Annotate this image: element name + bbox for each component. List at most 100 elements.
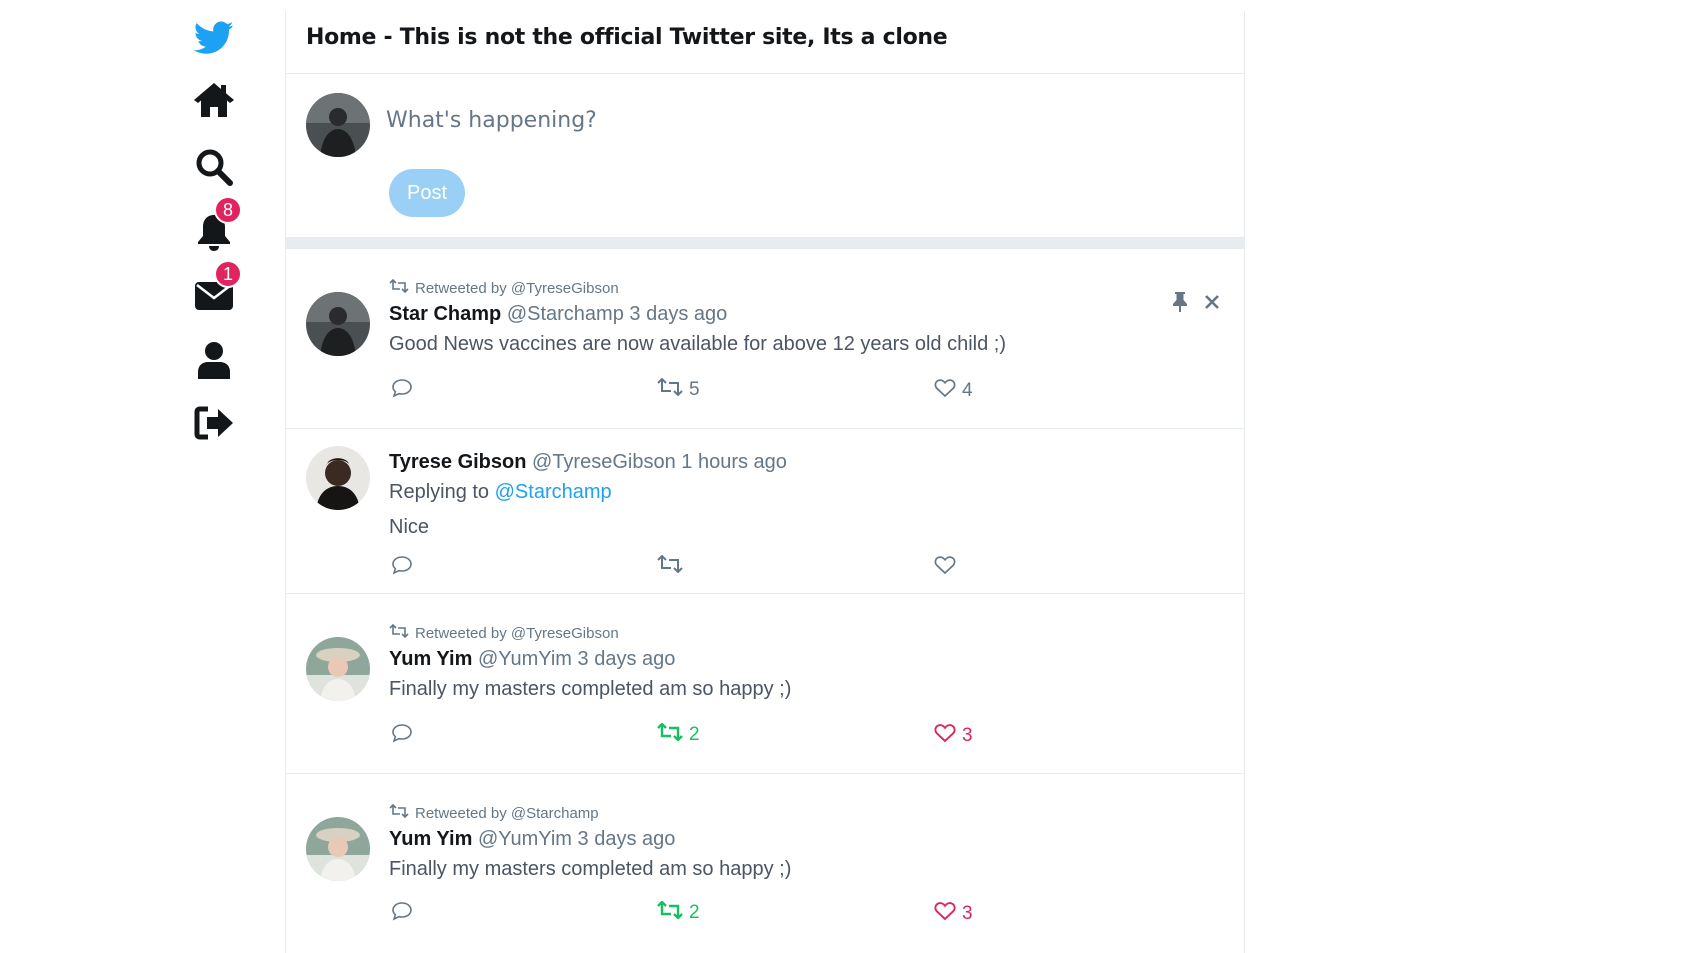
retweet-small-icon [389, 623, 409, 642]
tweet-text: Finally my masters completed am so happy… [389, 678, 792, 700]
retweeted-by-text: Retweeted by @TyreseGibson [415, 279, 619, 297]
handle[interactable]: @YumYim [478, 648, 572, 670]
tweet-item[interactable]: Retweeted by @Starchamp Yum Yim @YumYim … [286, 774, 1244, 953]
display-name[interactable]: Yum Yim [389, 648, 472, 670]
tweet-text: Finally my masters completed am so happy… [389, 858, 792, 880]
comment-icon [391, 555, 413, 581]
notifications-badge: 8 [214, 196, 242, 224]
tweet-actions: 2 3 [389, 900, 1109, 927]
post-button[interactable]: Post [389, 169, 465, 217]
retweeted-by-text: Retweeted by @Starchamp [415, 804, 599, 822]
display-name[interactable]: Star Champ [389, 303, 501, 325]
comment-button[interactable] [391, 723, 413, 749]
close-icon[interactable] [1204, 294, 1220, 310]
like-count: 3 [962, 903, 973, 924]
retweet-button[interactable] [657, 554, 689, 579]
timestamp: 3 days ago [629, 303, 728, 325]
nav-profile[interactable] [190, 336, 238, 384]
nav-home[interactable] [190, 76, 238, 124]
messages-badge: 1 [214, 260, 242, 288]
sidebar-nav: 8 1 [190, 0, 250, 953]
compose-input[interactable] [386, 100, 1206, 140]
retweet-icon [657, 377, 683, 402]
tweet-actions: 5 4 [389, 377, 1109, 404]
page-title: Home - This is not the official Twitter … [306, 25, 948, 50]
tweet-actions [389, 554, 1109, 581]
timestamp: 3 days ago [577, 648, 676, 670]
timestamp: 1 hours ago [681, 451, 787, 473]
avatar[interactable] [306, 817, 370, 881]
tweet-text: Nice [389, 516, 430, 538]
retweet-small-icon [389, 278, 409, 297]
heart-icon [934, 378, 956, 404]
tweet-item[interactable]: Retweeted by @TyreseGibson Yum Yim @YumY… [286, 594, 1244, 774]
heart-icon [934, 555, 956, 581]
handle[interactable]: @TyreseGibson [532, 451, 676, 473]
display-name[interactable]: Tyrese Gibson [389, 451, 526, 473]
twitter-bird-icon [194, 20, 234, 56]
replying-to-link[interactable]: @Starchamp [495, 481, 612, 503]
like-button[interactable]: 3 [934, 901, 973, 927]
retweet-count: 2 [689, 724, 700, 745]
like-count: 3 [962, 725, 973, 746]
avatar[interactable] [306, 637, 370, 701]
replying-to-label: Replying to [389, 481, 490, 503]
tweet-author-row: Yum Yim @YumYim 3 days ago [389, 648, 675, 671]
app-root: 8 1 Home - This is not the official Twit… [0, 0, 1694, 953]
retweet-button[interactable]: 2 [657, 900, 700, 925]
tweet-controls [1172, 291, 1220, 313]
retweet-context: Retweeted by @Starchamp [389, 803, 599, 822]
retweet-context: Retweeted by @TyreseGibson [389, 623, 619, 642]
user-icon [197, 341, 231, 379]
like-button[interactable]: 4 [934, 378, 973, 404]
display-name[interactable]: Yum Yim [389, 828, 472, 850]
comment-icon [391, 723, 413, 749]
page-header: Home - This is not the official Twitter … [286, 11, 1244, 74]
retweet-button[interactable]: 2 [657, 722, 700, 747]
heart-icon [934, 723, 956, 749]
compose-divider [286, 237, 1244, 249]
retweet-icon [657, 900, 683, 925]
tweet-actions: 2 3 [389, 722, 1109, 749]
timestamp: 3 days ago [577, 828, 676, 850]
tweet-text: Good News vaccines are now available for… [389, 333, 1006, 355]
nav-logout[interactable] [190, 399, 238, 447]
compose-box: Post [286, 74, 1244, 237]
logout-icon [194, 406, 234, 440]
comment-icon [391, 901, 413, 927]
handle[interactable]: @Starchamp [507, 303, 624, 325]
main-timeline: Home - This is not the official Twitter … [285, 11, 1245, 953]
tweet-item[interactable]: Tyrese Gibson @TyreseGibson 1 hours ago … [286, 429, 1244, 594]
comment-button[interactable] [391, 901, 413, 927]
tweet-item[interactable]: Retweeted by @TyreseGibson Star Champ @S… [286, 249, 1244, 429]
nav-notifications[interactable]: 8 [190, 196, 242, 256]
nav-messages[interactable]: 1 [190, 260, 242, 320]
pin-icon[interactable] [1172, 291, 1188, 313]
retweet-context: Retweeted by @TyreseGibson [389, 278, 619, 297]
nav-twitter-logo[interactable] [190, 14, 238, 62]
retweet-button[interactable]: 5 [657, 377, 700, 402]
search-icon [195, 148, 233, 186]
like-button[interactable]: 3 [934, 723, 973, 749]
like-count: 4 [962, 380, 973, 401]
retweet-small-icon [389, 803, 409, 822]
handle[interactable]: @YumYim [478, 828, 572, 850]
retweet-count: 5 [689, 379, 700, 400]
heart-icon [934, 901, 956, 927]
tweet-author-row: Tyrese Gibson @TyreseGibson 1 hours ago [389, 451, 787, 474]
tweet-author-row: Star Champ @Starchamp 3 days ago [389, 303, 727, 326]
comment-button[interactable] [391, 378, 413, 404]
home-icon [193, 82, 235, 118]
retweet-icon [657, 722, 683, 747]
avatar-current-user[interactable] [306, 93, 370, 157]
retweet-count: 2 [689, 902, 700, 923]
comment-icon [391, 378, 413, 404]
nav-search[interactable] [190, 143, 238, 191]
tweet-author-row: Yum Yim @YumYim 3 days ago [389, 828, 675, 851]
retweet-icon [657, 554, 683, 579]
replying-to-line: Replying to @Starchamp [389, 481, 612, 504]
like-button[interactable] [934, 555, 962, 581]
avatar[interactable] [306, 292, 370, 356]
avatar[interactable] [306, 446, 370, 510]
comment-button[interactable] [391, 555, 413, 581]
